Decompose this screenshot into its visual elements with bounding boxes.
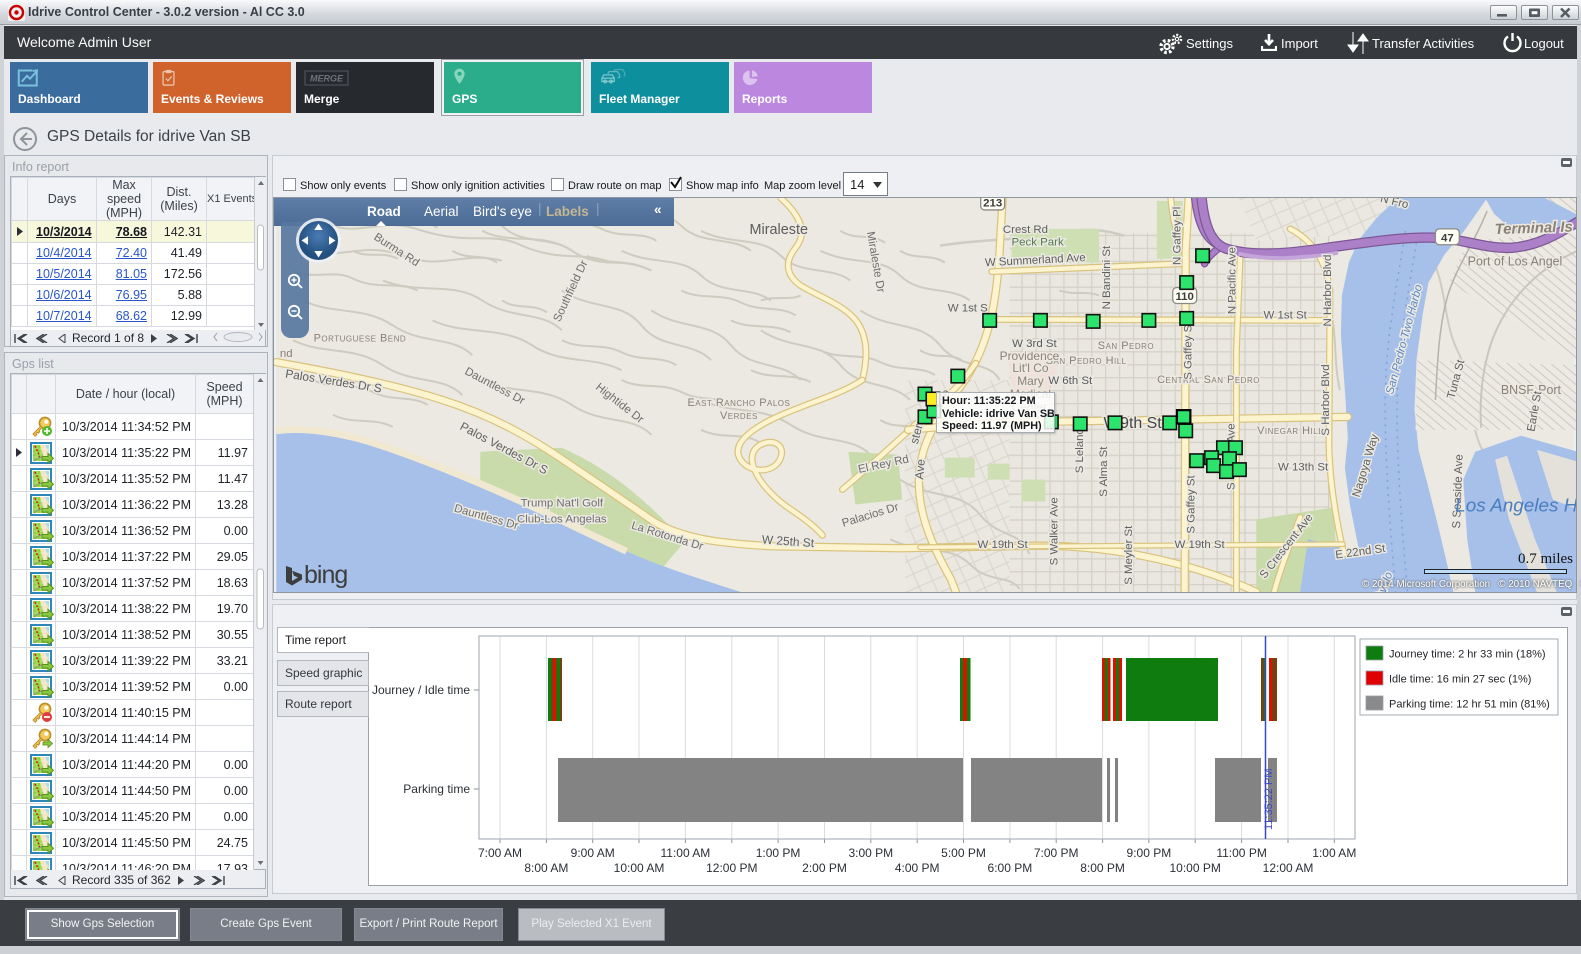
svg-text:W 6th St: W 6th St bbox=[1048, 375, 1093, 387]
svg-text:Vinegar Hill: Vinegar Hill bbox=[1257, 425, 1323, 437]
svg-text:Crest Rd: Crest Rd bbox=[1003, 224, 1048, 236]
svg-text:S Gaffey S: S Gaffey S bbox=[1183, 324, 1195, 379]
svg-text:2:00 PM: 2:00 PM bbox=[802, 861, 847, 875]
svg-text:Verdes: Verdes bbox=[720, 410, 758, 422]
svg-text:San Pedro: San Pedro bbox=[1098, 340, 1154, 352]
svg-text:8:00 AM: 8:00 AM bbox=[524, 861, 568, 875]
svg-text:N Bandini St: N Bandini St bbox=[1101, 245, 1113, 309]
svg-text:1:00 AM: 1:00 AM bbox=[1312, 846, 1356, 860]
svg-text:12:00 PM: 12:00 PM bbox=[706, 861, 757, 875]
svg-text:nd: nd bbox=[280, 348, 293, 360]
svg-text:Mary: Mary bbox=[1017, 374, 1044, 388]
svg-text:Ave: Ave bbox=[912, 458, 928, 480]
svg-text:S Alma St: S Alma St bbox=[1098, 446, 1110, 497]
svg-text:1:00 PM: 1:00 PM bbox=[756, 846, 801, 860]
svg-text:11:35:22 PM: 11:35:22 PM bbox=[1263, 768, 1275, 830]
svg-text:Peck Park: Peck Park bbox=[1012, 237, 1064, 249]
svg-text:12:00 AM: 12:00 AM bbox=[1263, 861, 1314, 875]
svg-text:W 13th St: W 13th St bbox=[1278, 462, 1329, 474]
svg-text:East Rancho Palos: East Rancho Palos bbox=[688, 397, 791, 409]
svg-text:Parking time: 12 hr 51 min (81: Parking time: 12 hr 51 min (81%) bbox=[1389, 699, 1550, 711]
svg-text:W 1st St: W 1st St bbox=[1264, 309, 1308, 321]
svg-text:10:00 AM: 10:00 AM bbox=[614, 861, 665, 875]
svg-text:W 19th St: W 19th St bbox=[977, 539, 1028, 551]
svg-text:Portuguese Bend: Portuguese Bend bbox=[314, 332, 407, 344]
svg-text:Idle time: 16 min 27 sec (1%): Idle time: 16 min 27 sec (1%) bbox=[1389, 674, 1531, 686]
svg-text:N Gaffey Pl: N Gaffey Pl bbox=[1172, 207, 1184, 265]
svg-text:Club-Los Angelas: Club-Los Angelas bbox=[517, 513, 607, 525]
svg-text:Los Angeles Harb: Los Angeles Harb bbox=[1455, 495, 1577, 516]
svg-text:11:00 PM: 11:00 PM bbox=[1216, 846, 1266, 860]
svg-text:8:00 PM: 8:00 PM bbox=[1080, 861, 1125, 875]
svg-text:Lit'l Co: Lit'l Co bbox=[1012, 361, 1048, 375]
svg-text:7:00 PM: 7:00 PM bbox=[1034, 846, 1079, 860]
svg-text:Trump Nat'l Golf: Trump Nat'l Golf bbox=[521, 497, 604, 509]
svg-text:5:00 PM: 5:00 PM bbox=[941, 846, 986, 860]
svg-text:Miraleste: Miraleste bbox=[750, 222, 808, 238]
svg-text:Journey time: 2 hr 33 min (18%: Journey time: 2 hr 33 min (18%) bbox=[1389, 649, 1546, 661]
svg-text:S Meyler St: S Meyler St bbox=[1123, 525, 1135, 585]
svg-text:W 1st S: W 1st S bbox=[948, 302, 988, 314]
svg-text:MERGE: MERGE bbox=[310, 74, 344, 84]
svg-text:Port of Los Angel: Port of Los Angel bbox=[1468, 255, 1563, 269]
svg-text:9th St: 9th St bbox=[1120, 415, 1162, 432]
svg-text:10:00 PM: 10:00 PM bbox=[1170, 861, 1221, 875]
svg-text:47: 47 bbox=[1441, 232, 1454, 244]
svg-text:6:00 PM: 6:00 PM bbox=[988, 861, 1033, 875]
svg-text:7:00 AM: 7:00 AM bbox=[478, 846, 522, 860]
svg-text:S Walker Ave: S Walker Ave bbox=[1048, 497, 1060, 565]
svg-text:Journey / Idle time: Journey / Idle time bbox=[372, 683, 470, 697]
svg-text:N Harbor Blvd: N Harbor Blvd bbox=[1322, 255, 1334, 327]
svg-text:Parking time: Parking time bbox=[403, 782, 470, 796]
svg-text:3:00 PM: 3:00 PM bbox=[848, 846, 893, 860]
svg-text:11:00 AM: 11:00 AM bbox=[660, 846, 710, 860]
svg-text:Terminal Is: Terminal Is bbox=[1494, 218, 1573, 238]
svg-text:S Gaffey St: S Gaffey St bbox=[1186, 474, 1198, 533]
svg-text:213: 213 bbox=[983, 197, 1002, 209]
svg-text:W 19th St: W 19th St bbox=[1174, 539, 1225, 551]
svg-text:9:00 PM: 9:00 PM bbox=[1127, 846, 1172, 860]
svg-text:Central San Pedro: Central San Pedro bbox=[1157, 374, 1260, 386]
svg-text:S Leland: S Leland bbox=[1074, 428, 1086, 473]
svg-text:110: 110 bbox=[1175, 291, 1193, 303]
svg-text:4:00 PM: 4:00 PM bbox=[895, 861, 940, 875]
svg-text:9:00 AM: 9:00 AM bbox=[571, 846, 615, 860]
svg-text:N Pacific Ave: N Pacific Ave bbox=[1226, 247, 1238, 314]
svg-text:S Harbor Blvd: S Harbor Blvd bbox=[1320, 364, 1332, 435]
